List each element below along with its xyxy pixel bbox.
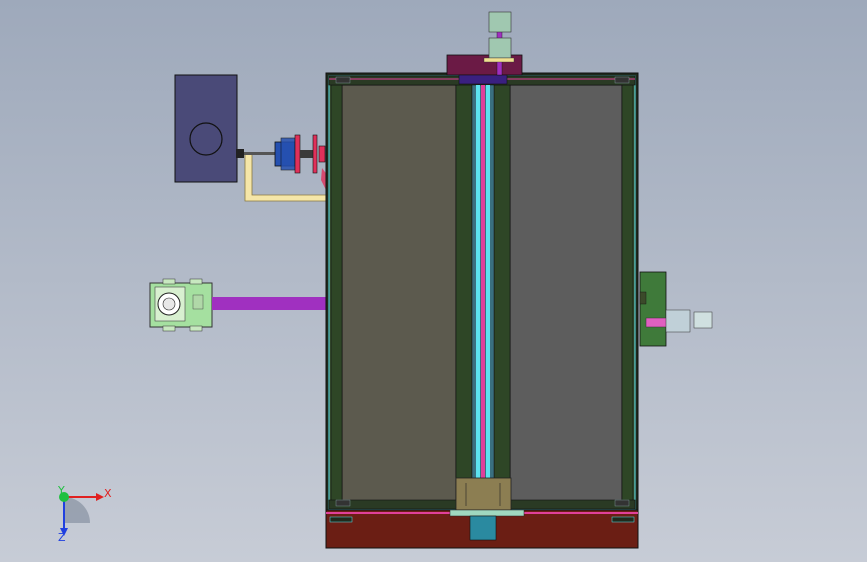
gearbox-unit[interactable] <box>149 278 213 332</box>
coordinate-triad: X Y Z <box>57 484 112 544</box>
cad-viewport[interactable]: X Y Z <box>0 0 867 562</box>
triad-z-label: Z <box>58 531 66 544</box>
motor-housing[interactable] <box>174 74 238 183</box>
top-clamp-assembly[interactable] <box>446 11 523 85</box>
triad-y-label: Y <box>57 484 65 497</box>
pneumatic-cylinder[interactable] <box>244 134 328 190</box>
right-side-plate[interactable] <box>639 271 667 347</box>
center-guide-rail[interactable] <box>471 84 495 501</box>
triad-x-label: X <box>104 487 112 500</box>
purple-drive-rod[interactable] <box>212 297 326 310</box>
